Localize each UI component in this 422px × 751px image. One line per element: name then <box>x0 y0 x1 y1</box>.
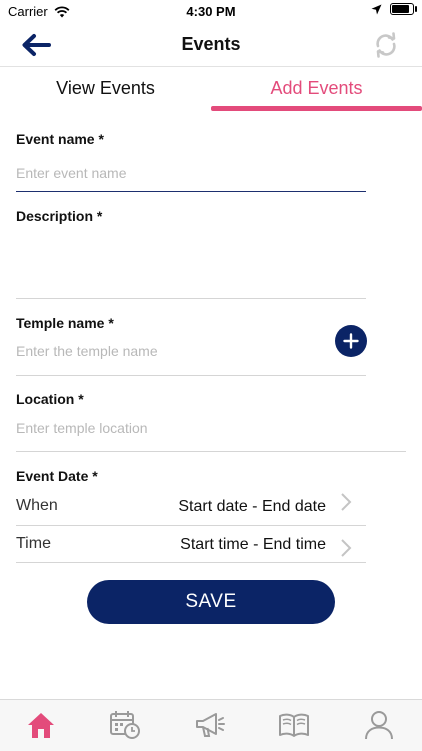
description-label: Description * <box>16 208 103 224</box>
location-input[interactable] <box>16 418 366 438</box>
tab-profile[interactable] <box>362 709 396 741</box>
calendar-clock-icon <box>110 711 140 739</box>
nav-bar: Events <box>0 24 422 67</box>
status-bar: Carrier 4:30 PM <box>0 0 422 24</box>
event-date-label: Event Date * <box>16 468 98 484</box>
time-value[interactable]: Start time - End time <box>180 536 326 554</box>
refresh-icon <box>376 32 396 58</box>
profile-icon <box>365 711 393 740</box>
event-name-label: Event name * <box>16 131 104 147</box>
temple-name-label: Temple name * <box>16 315 114 331</box>
tab-announcements[interactable] <box>193 709 227 741</box>
location-underline <box>16 451 406 452</box>
active-tab-indicator <box>211 106 422 111</box>
battery-icon <box>390 3 417 15</box>
status-time: 4:30 PM <box>186 4 236 19</box>
segment-tabs: View Events Add Events <box>0 66 422 111</box>
tab-home[interactable] <box>24 709 58 741</box>
time-underline <box>16 562 366 563</box>
when-underline <box>16 525 366 526</box>
location-label: Location * <box>16 391 84 407</box>
when-label: When <box>16 497 58 514</box>
page-title: Events <box>181 34 241 54</box>
when-value[interactable]: Start date - End date <box>178 498 326 516</box>
chevron-right-icon[interactable] <box>340 538 352 558</box>
event-name-input[interactable] <box>16 163 366 183</box>
location-arrow-icon <box>371 4 382 14</box>
time-label: Time <box>16 535 51 552</box>
bottom-tab-bar <box>0 699 422 751</box>
megaphone-icon <box>196 713 225 737</box>
tab-library[interactable] <box>277 709 311 741</box>
book-icon <box>279 713 309 737</box>
temple-name-input[interactable] <box>16 341 326 361</box>
refresh-button[interactable] <box>370 29 402 61</box>
plus-icon <box>343 333 359 349</box>
description-underline <box>16 298 366 299</box>
temple-name-underline <box>16 375 366 376</box>
tab-view-events[interactable]: View Events <box>0 66 211 110</box>
home-icon <box>28 713 54 738</box>
tab-add-events[interactable]: Add Events <box>211 66 422 110</box>
description-input[interactable] <box>16 230 366 292</box>
tab-schedule[interactable] <box>108 709 142 741</box>
status-right <box>371 3 417 15</box>
chevron-right-icon[interactable] <box>340 492 352 512</box>
save-button[interactable]: SAVE <box>87 580 335 624</box>
add-temple-button[interactable] <box>335 325 367 357</box>
event-name-underline <box>16 191 366 192</box>
